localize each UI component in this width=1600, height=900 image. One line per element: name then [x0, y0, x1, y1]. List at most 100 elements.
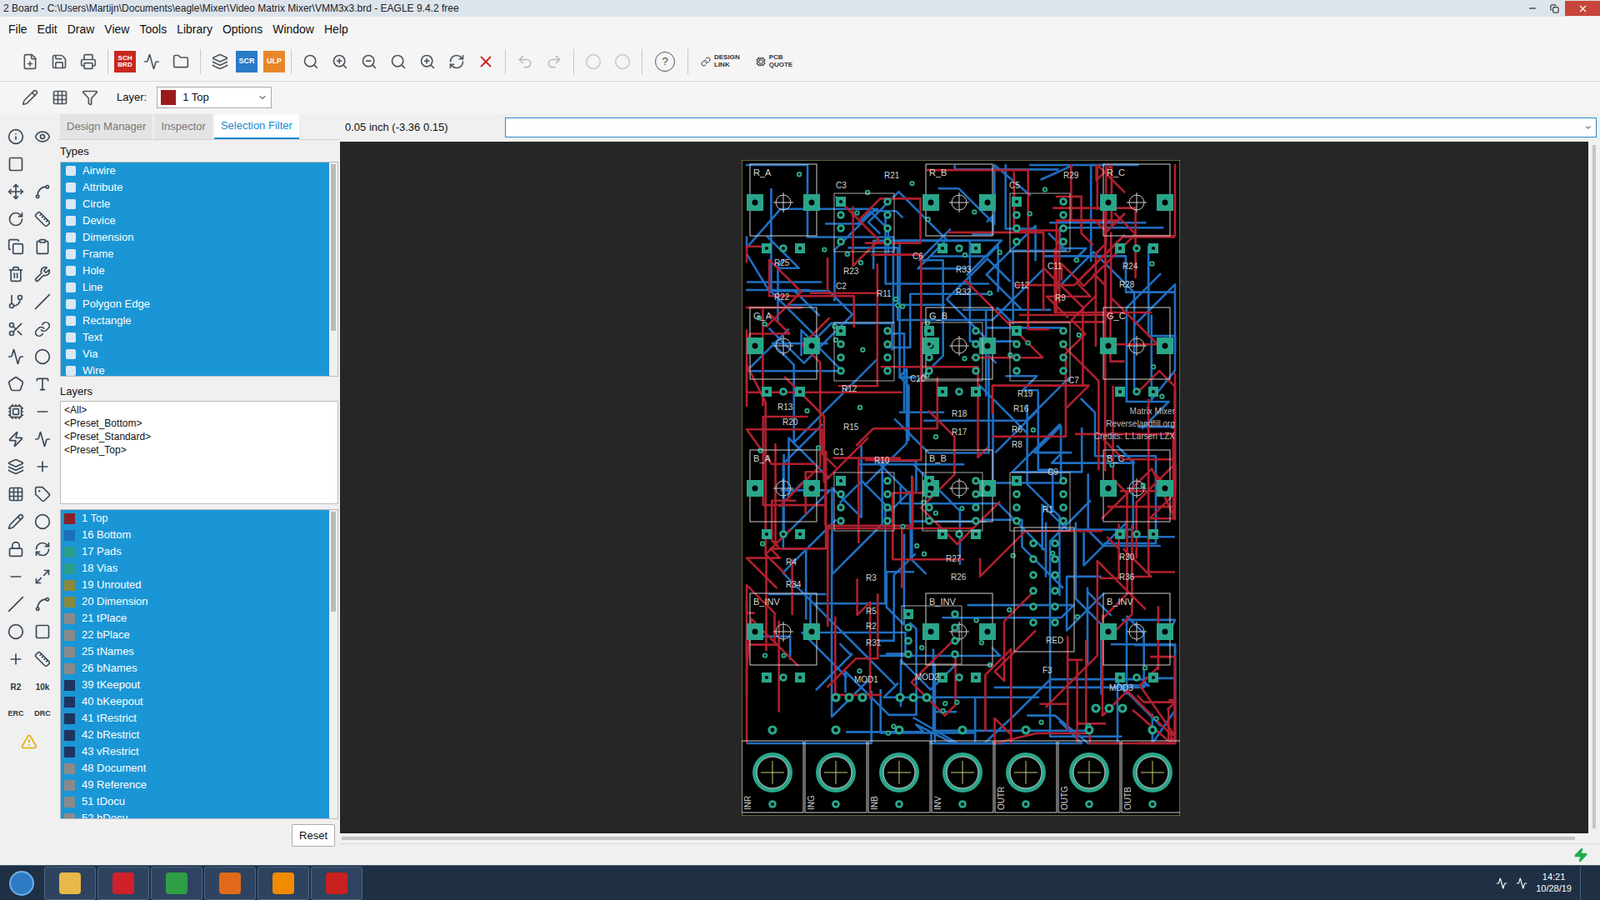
layer-item[interactable]: 48 Document	[60, 760, 330, 777]
jack-footprint[interactable]: OUTB	[1121, 725, 1180, 813]
tool-button[interactable]	[31, 482, 54, 506]
library-button[interactable]	[206, 48, 234, 75]
taskbar-app[interactable]	[204, 866, 256, 900]
potentiometer-footprint[interactable]	[922, 450, 996, 540]
tool-button[interactable]	[31, 125, 54, 149]
type-item[interactable]: Device	[60, 212, 330, 230]
layer-item[interactable]: 26 bNames	[60, 660, 330, 677]
jack-footprint[interactable]: ING	[805, 725, 867, 813]
tool-button[interactable]	[5, 180, 27, 204]
tool-button[interactable]	[5, 647, 27, 671]
layer-item[interactable]: 25 tNames	[60, 643, 330, 660]
ic-footprint[interactable]	[834, 193, 895, 252]
tool-button[interactable]	[31, 207, 54, 231]
redo-button[interactable]	[540, 48, 568, 75]
tool-button[interactable]	[31, 400, 54, 424]
export-button[interactable]	[167, 48, 195, 75]
zoom-out-button[interactable]	[355, 48, 383, 75]
tool-button[interactable]	[31, 620, 54, 644]
wire-style-button[interactable]	[16, 84, 44, 111]
menu-item[interactable]: File	[3, 20, 33, 39]
zoom-last-button[interactable]	[414, 48, 441, 75]
type-item[interactable]: Attribute	[60, 179, 330, 196]
taskbar-app[interactable]	[44, 866, 96, 900]
tool-button[interactable]	[31, 235, 54, 259]
layers-scrollbar[interactable]	[329, 510, 338, 819]
type-item[interactable]: Airwire	[60, 162, 330, 180]
menu-item[interactable]: Edit	[32, 20, 63, 39]
menu-item[interactable]: Window	[267, 20, 320, 39]
tool-button[interactable]	[5, 235, 27, 259]
potentiometer-footprint[interactable]	[746, 450, 820, 540]
tool-button[interactable]	[31, 565, 54, 589]
ic-footprint[interactable]	[901, 605, 962, 665]
zoom-in-button[interactable]	[326, 48, 354, 75]
potentiometer-footprint[interactable]	[746, 307, 820, 397]
potentiometer-footprint[interactable]	[922, 593, 996, 683]
layer-item[interactable]: 43 vRestrict	[60, 743, 330, 760]
header-footprint[interactable]	[1014, 527, 1075, 652]
save-button[interactable]	[45, 48, 73, 75]
tool-button[interactable]	[5, 152, 27, 176]
type-item[interactable]: Polygon Edge	[60, 295, 330, 313]
type-item[interactable]: Text	[60, 329, 330, 346]
jack-footprint[interactable]: INB	[868, 725, 930, 813]
potentiometer-footprint[interactable]	[746, 164, 820, 254]
reset-button[interactable]: Reset	[291, 824, 335, 848]
grid-button[interactable]	[46, 84, 74, 111]
zoom-select-button[interactable]	[385, 48, 412, 75]
layer-item[interactable]: 21 tPlace	[60, 610, 330, 627]
type-item[interactable]: Dimension	[60, 229, 330, 246]
new-button[interactable]	[16, 48, 44, 75]
vertical-scrollbar[interactable]	[1588, 141, 1600, 834]
errors-button[interactable]	[18, 730, 40, 754]
value-tool-button[interactable]: 10k	[31, 675, 54, 699]
tool-button[interactable]	[31, 455, 54, 479]
jack-footprint[interactable]: INV	[931, 725, 994, 813]
cam-button[interactable]	[138, 48, 165, 75]
tool-button[interactable]	[5, 427, 27, 451]
help-button[interactable]: ?	[655, 51, 675, 72]
pcb-quote-button[interactable]: PCBQUOTE	[749, 54, 800, 69]
taskbar-app[interactable]	[97, 866, 150, 900]
module-header[interactable]	[1090, 703, 1127, 713]
taskbar-app[interactable]	[150, 866, 203, 900]
potentiometer-footprint[interactable]	[922, 164, 996, 254]
menu-item[interactable]: Library	[171, 20, 218, 39]
sch-brd-button[interactable]: SCHBRD	[114, 50, 136, 73]
layer-item[interactable]: 22 bPlace	[60, 626, 330, 644]
menu-item[interactable]: Help	[319, 20, 354, 39]
potentiometer-footprint[interactable]	[922, 307, 996, 397]
layer-item[interactable]: 49 Reference	[60, 776, 330, 794]
jack-footprint[interactable]: OUTG	[1058, 725, 1120, 813]
menu-item[interactable]: View	[99, 20, 135, 39]
type-item[interactable]: Frame	[60, 245, 330, 263]
tool-button[interactable]	[31, 290, 54, 314]
layer-item[interactable]: 42 bRestrict	[60, 726, 330, 744]
redraw-button[interactable]	[443, 48, 470, 75]
zoom-fit-button[interactable]	[297, 48, 325, 75]
type-item[interactable]: Rectangle	[60, 312, 330, 330]
restore-button[interactable]	[1543, 0, 1565, 16]
menu-item[interactable]: Draw	[62, 20, 100, 39]
potentiometer-footprint[interactable]	[1100, 164, 1174, 254]
types-scrollbar[interactable]	[329, 162, 338, 376]
ic-footprint[interactable]	[1010, 322, 1070, 381]
tool-button[interactable]	[5, 400, 27, 424]
layer-item[interactable]: 19 Unrouted	[60, 576, 330, 594]
filter-button[interactable]	[76, 84, 104, 111]
undo-button[interactable]	[511, 48, 539, 75]
tool-button[interactable]	[31, 345, 54, 369]
potentiometer-footprint[interactable]	[1100, 307, 1174, 397]
clock[interactable]: 14:2110/28/19	[1535, 871, 1572, 895]
board-canvas[interactable]: INRINGINBINVOUTROUTGOUTBR_AR_BR_CG_AG_BG…	[340, 141, 1589, 834]
panel-tab[interactable]: Inspector	[154, 114, 212, 140]
preset-item[interactable]: <Preset_Standard>	[60, 430, 338, 444]
tool-button[interactable]	[5, 510, 27, 534]
design-link-button[interactable]: DESIGNLINK	[694, 54, 747, 69]
module-header[interactable]	[895, 692, 931, 702]
layer-item[interactable]: 52 bDocu	[60, 810, 330, 819]
layer-item[interactable]: 20 Dimension	[60, 593, 330, 610]
preset-item[interactable]: <All>	[60, 403, 338, 417]
layer-item[interactable]: 41 tRestrict	[60, 710, 330, 727]
